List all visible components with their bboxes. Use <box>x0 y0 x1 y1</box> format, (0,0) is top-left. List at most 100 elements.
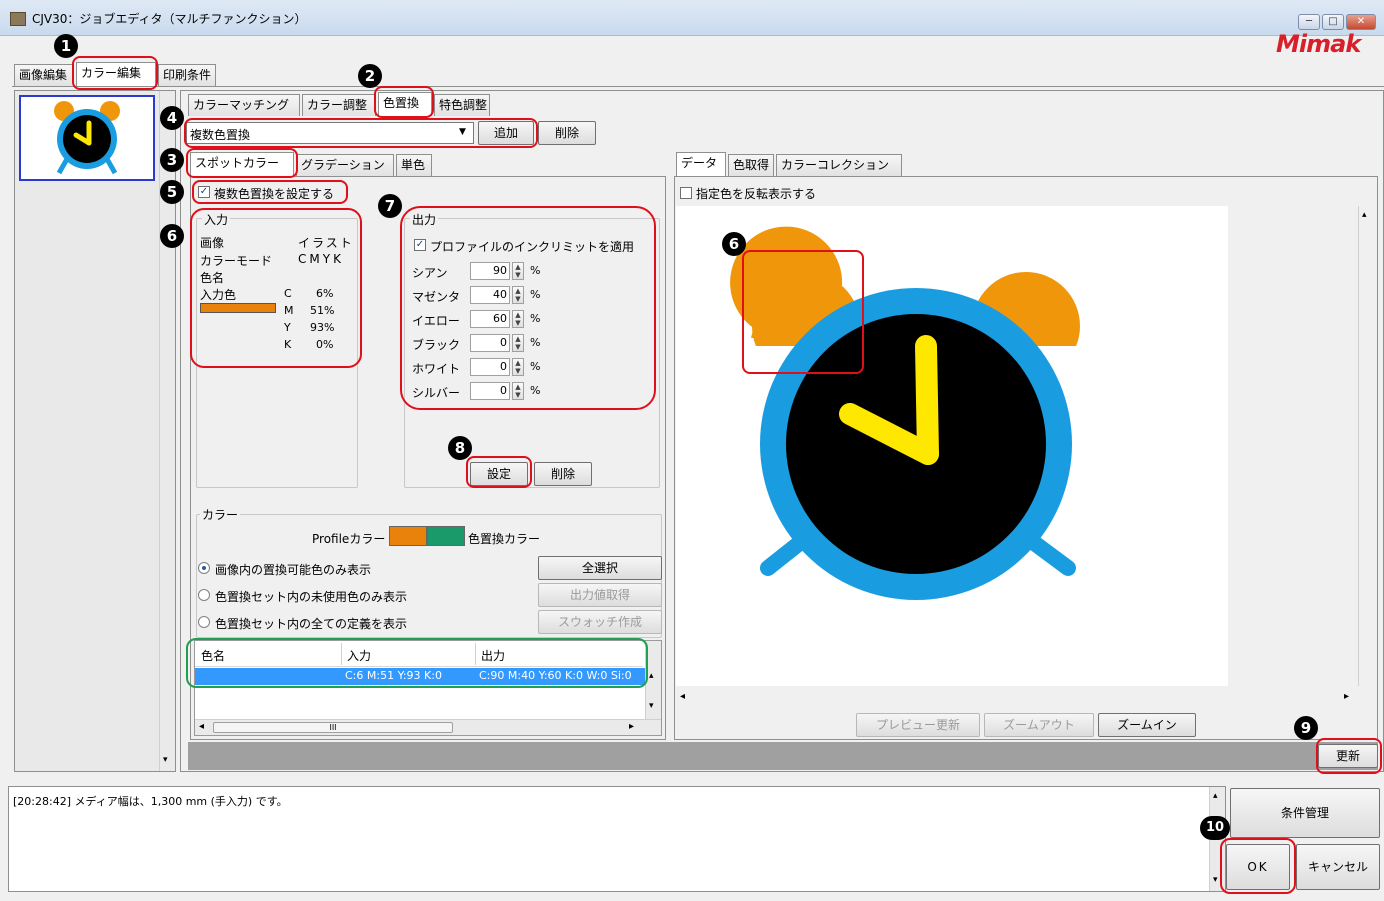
add-button[interactable]: 追加 <box>478 121 534 145</box>
radio-all-definitions[interactable] <box>198 616 210 628</box>
channel-value-input[interactable]: 90 <box>470 262 510 280</box>
tab-color-adjust[interactable]: カラー調整 <box>302 94 376 116</box>
set-button[interactable]: 設定 <box>470 462 528 486</box>
row-output: C:90 M:40 Y:60 K:0 W:0 Si:0 <box>479 669 632 682</box>
scroll-left-icon[interactable]: ◂ <box>680 691 685 702</box>
minimize-button[interactable]: ─ <box>1298 14 1320 30</box>
inklimit-checkbox[interactable]: ✓ <box>414 239 426 251</box>
invert-checkbox[interactable] <box>680 187 692 199</box>
spin-up-icon[interactable]: ▲ <box>513 263 523 271</box>
get-output-button[interactable]: 出力値取得 <box>538 583 662 607</box>
channel-label: ブラック <box>412 338 461 352</box>
replace-mode-select[interactable]: 複数色置換 ▼ <box>186 122 474 144</box>
tab-data[interactable]: データ <box>676 152 726 176</box>
channel-value-input[interactable]: 0 <box>470 382 510 400</box>
channel-value-input[interactable]: 0 <box>470 358 510 376</box>
spin-down-icon[interactable]: ▼ <box>513 391 523 399</box>
ok-button[interactable]: OK <box>1226 844 1290 890</box>
tab-print-conditions[interactable]: 印刷条件 <box>158 64 216 86</box>
replace-table: 色名 入力 出力 C:6 M:51 Y:93 K:0 C:90 M:40 Y:6… <box>194 640 662 736</box>
table-row[interactable]: C:6 M:51 Y:93 K:0 C:90 M:40 Y:60 K:0 W:0… <box>195 668 645 685</box>
cancel-button[interactable]: キャンセル <box>1296 844 1380 890</box>
preview-hscroll[interactable]: ◂ ▸ <box>676 690 1356 706</box>
spin-stepper[interactable]: ▲ ▼ <box>512 310 524 328</box>
spin-down-icon[interactable]: ▼ <box>513 295 523 303</box>
hscroll-thumb[interactable]: III <box>213 722 453 733</box>
spin-up-icon[interactable]: ▲ <box>513 287 523 295</box>
table-header: 色名 入力 出力 <box>195 641 643 667</box>
tab-spot-adjust[interactable]: 特色調整 <box>434 94 490 116</box>
update-button[interactable]: 更新 <box>1318 744 1378 768</box>
spin-down-icon[interactable]: ▼ <box>513 319 523 327</box>
spin-stepper[interactable]: ▲ ▼ <box>512 262 524 280</box>
spin-up-icon[interactable]: ▲ <box>513 311 523 319</box>
spin-stepper[interactable]: ▲ ▼ <box>512 382 524 400</box>
spin-stepper[interactable]: ▲ ▼ <box>512 358 524 376</box>
channel-value-input[interactable]: 40 <box>470 286 510 304</box>
condition-manage-button[interactable]: 条件管理 <box>1230 788 1380 838</box>
radio-unused-only[interactable] <box>198 589 210 601</box>
scroll-up-icon[interactable]: ▴ <box>1362 210 1367 220</box>
update-preview-button[interactable]: プレビュー更新 <box>856 713 980 737</box>
percent-unit: % <box>530 264 541 277</box>
tab-gradation[interactable]: グラデーション <box>296 154 394 176</box>
log-box[interactable]: [20:28:42] メディア幅は、1,300 mm (手入力) です。 ▴ ▾ <box>8 786 1226 892</box>
scroll-left-icon[interactable]: ◂ <box>199 721 204 732</box>
tab-spot-color[interactable]: スポットカラー <box>190 152 294 176</box>
radio-replaceable-only[interactable] <box>198 562 210 574</box>
scroll-up-icon[interactable]: ▴ <box>1213 791 1218 801</box>
maximize-button[interactable]: □ <box>1322 14 1344 30</box>
preview-vscroll[interactable]: ▴ <box>1358 206 1374 686</box>
multi-replace-checkbox[interactable]: ✓ <box>198 186 210 198</box>
header-color-name: 色名 <box>201 649 226 663</box>
spin-down-icon[interactable]: ▼ <box>513 343 523 351</box>
spin-down-icon[interactable]: ▼ <box>513 271 523 279</box>
spin-down-icon[interactable]: ▼ <box>513 367 523 375</box>
replace-delete-button[interactable]: 削除 <box>538 121 596 145</box>
tab-color-replace[interactable]: 色置換 <box>378 92 432 116</box>
profile-color-label: Profileカラー <box>312 532 386 546</box>
channel-value-input[interactable]: 0 <box>470 334 510 352</box>
chevron-down-icon: ▼ <box>459 127 466 137</box>
radio-unused-only-label: 色置換セット内の未使用色のみ表示 <box>215 590 408 604</box>
preview-canvas[interactable] <box>676 206 1228 686</box>
channel-value-input[interactable]: 60 <box>470 310 510 328</box>
thumbnail-clock-icon <box>54 101 120 175</box>
tab-color-matching[interactable]: カラーマッチング <box>188 94 300 116</box>
spin-stepper[interactable]: ▲ ▼ <box>512 334 524 352</box>
tab-color-pick[interactable]: 色取得 <box>728 154 774 176</box>
spin-up-icon[interactable]: ▲ <box>513 335 523 343</box>
scroll-down-icon[interactable]: ▾ <box>649 701 654 711</box>
table-hscroll[interactable]: ◂ III ▸ <box>195 719 661 735</box>
spin-up-icon[interactable]: ▲ <box>513 359 523 367</box>
tab-color-edit[interactable]: カラー編集 <box>76 62 156 86</box>
window-title: CJV30：ジョブエディタ（マルチファンクション） <box>32 12 307 26</box>
spin-up-icon[interactable]: ▲ <box>513 383 523 391</box>
replace-color-swatch <box>427 526 465 546</box>
select-all-button[interactable]: 全選択 <box>538 556 662 580</box>
scroll-down-icon[interactable]: ▾ <box>1213 875 1218 885</box>
output-delete-button[interactable]: 削除 <box>534 462 592 486</box>
scroll-up-icon[interactable]: ▴ <box>649 671 654 681</box>
make-swatch-button[interactable]: スウォッチ作成 <box>538 610 662 634</box>
zoom-in-button[interactable]: ズームイン <box>1098 713 1196 737</box>
tab-color-collection[interactable]: カラーコレクション <box>776 154 902 176</box>
callout-10: 10 <box>1200 816 1230 840</box>
tab-single-color[interactable]: 単色 <box>396 154 432 176</box>
scroll-right-icon[interactable]: ▸ <box>629 721 634 732</box>
callout-2: 2 <box>358 64 382 88</box>
color-mode-label: カラーモード <box>200 254 273 268</box>
tab-image-edit[interactable]: 画像編集 <box>14 64 74 86</box>
table-vscroll[interactable]: ▴ ▾ <box>645 641 661 719</box>
close-button[interactable]: ✕ <box>1346 14 1376 30</box>
cmyk-m-label: M <box>284 304 294 317</box>
scroll-down-icon[interactable]: ▾ <box>163 755 168 765</box>
scroll-right-icon[interactable]: ▸ <box>1344 691 1349 702</box>
brand-logo: Mimak <box>1276 30 1361 58</box>
replace-mode-value: 複数色置換 <box>190 128 251 142</box>
percent-unit: % <box>530 384 541 397</box>
callout-1: 1 <box>54 34 78 58</box>
zoom-out-button[interactable]: ズームアウト <box>984 713 1094 737</box>
spin-stepper[interactable]: ▲ ▼ <box>512 286 524 304</box>
thumbnail-selected[interactable] <box>19 95 155 181</box>
